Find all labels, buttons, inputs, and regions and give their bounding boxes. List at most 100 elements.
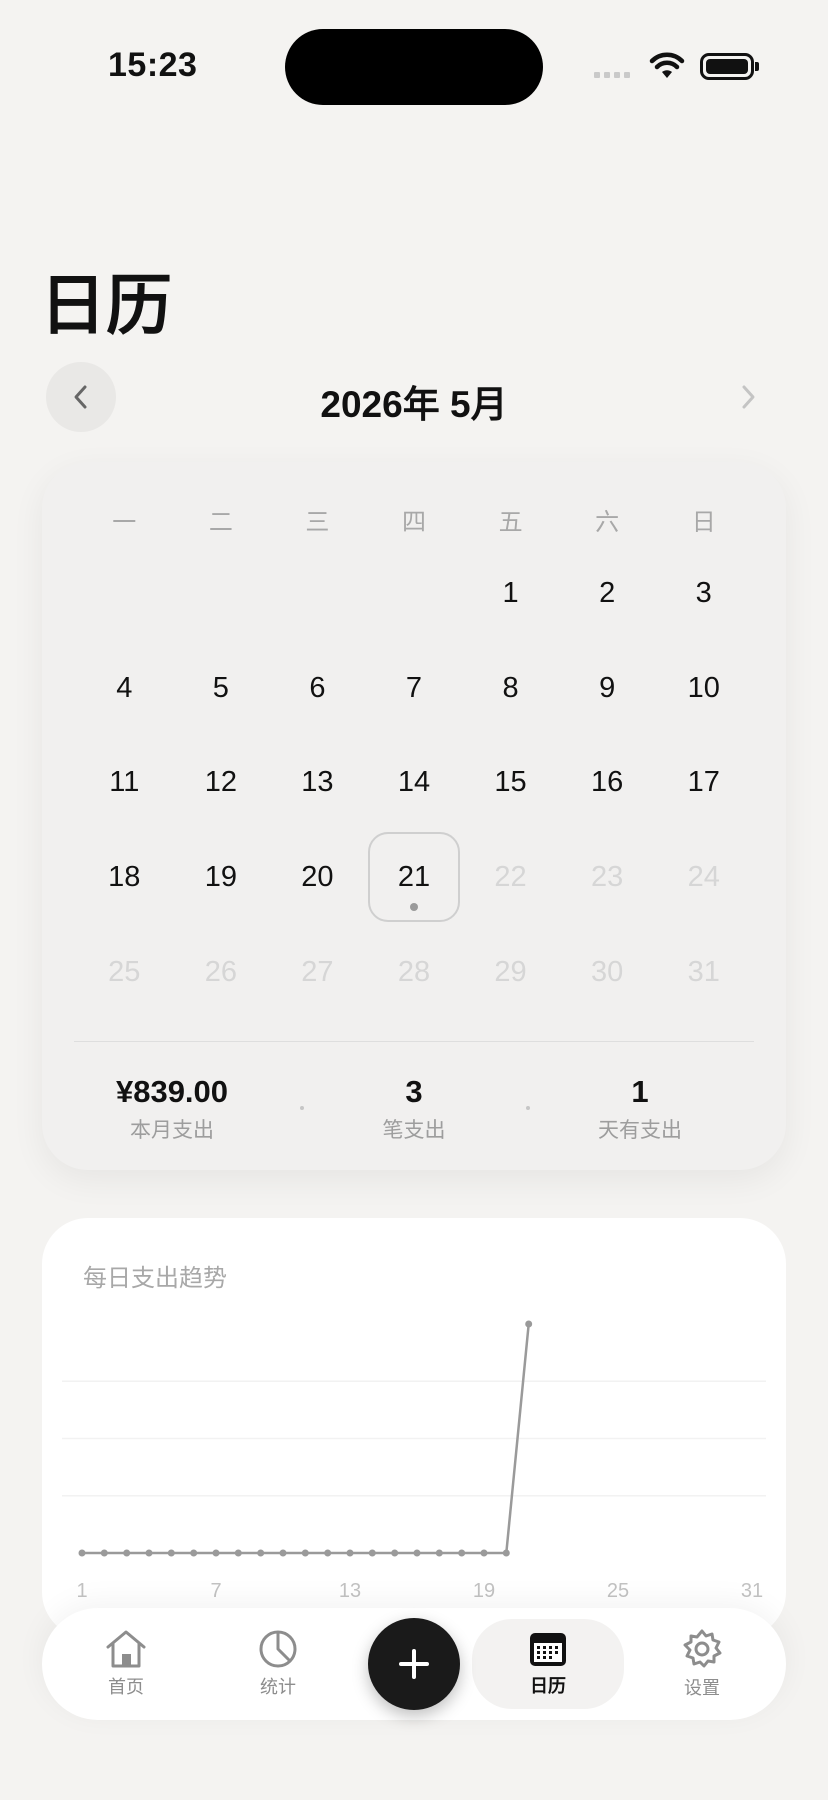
calendar-day[interactable]: 25: [76, 925, 173, 1020]
data-point: [167, 1549, 175, 1557]
calendar-day[interactable]: 22: [462, 830, 559, 925]
day-number: 9: [599, 671, 616, 704]
calendar-day[interactable]: 4: [76, 641, 173, 736]
data-point: [190, 1549, 198, 1557]
calendar-day[interactable]: 26: [173, 925, 270, 1020]
data-point: [435, 1549, 443, 1557]
plus-icon: [399, 1649, 429, 1679]
weekday-header: 一 二 三 四 五 六 日: [76, 502, 752, 537]
calendar-day[interactable]: 1: [462, 546, 559, 641]
data-point: [212, 1549, 220, 1557]
summary-value: 3: [405, 1074, 423, 1109]
home-icon: [106, 1630, 146, 1668]
day-number: 13: [301, 766, 334, 799]
calendar-day[interactable]: 8: [462, 641, 559, 736]
day-number: 1: [502, 576, 519, 609]
day-number: 26: [204, 955, 237, 988]
calendar-day[interactable]: 3: [655, 546, 752, 641]
weekday-label: 六: [595, 509, 620, 536]
weekday-label: 四: [401, 509, 426, 536]
page-title: 日历: [40, 268, 172, 342]
next-month-button[interactable]: [728, 362, 768, 432]
day-number: 29: [494, 955, 527, 988]
calendar-day[interactable]: 13: [269, 735, 366, 830]
add-expense-button[interactable]: [368, 1618, 460, 1710]
calendar-day[interactable]: 24: [655, 830, 752, 925]
day-number: 7: [405, 671, 423, 704]
tab-settings[interactable]: 设置: [642, 1608, 762, 1720]
gear-icon: [683, 1629, 722, 1668]
day-number: 28: [397, 955, 431, 988]
summary-days-with-expense: 1 天有支出: [525, 1074, 755, 1144]
summary-value: 1: [631, 1074, 649, 1109]
day-number: 14: [397, 766, 431, 799]
day-number: 25: [108, 955, 141, 988]
calendar-day[interactable]: 27: [269, 925, 366, 1020]
day-number: 22: [494, 860, 527, 893]
calendar-day[interactable]: 18: [76, 830, 173, 925]
tab-label: 日历: [530, 1676, 566, 1696]
calendar-day[interactable]: 14: [366, 735, 463, 830]
data-point: [458, 1549, 466, 1557]
day-number: 31: [687, 955, 720, 988]
tab-stats[interactable]: 统计: [218, 1608, 338, 1720]
summary-label: 天有支出: [598, 1119, 682, 1142]
data-point: [480, 1549, 488, 1557]
data-point: [391, 1549, 399, 1557]
status-time: 15:23: [108, 46, 198, 84]
weekday-label: 三: [305, 509, 330, 536]
calendar-day[interactable]: 9: [559, 641, 656, 736]
calendar-day[interactable]: 7: [366, 641, 463, 736]
calendar-day[interactable]: 11: [76, 735, 173, 830]
calendar-day[interactable]: 15: [462, 735, 559, 830]
day-number: 30: [591, 955, 624, 988]
day-number: 27: [301, 955, 334, 988]
day-number: 23: [591, 860, 624, 893]
data-point: [301, 1549, 309, 1557]
battery-icon: [700, 53, 759, 80]
daily-trend-card: 每日支出趋势 1 7 13 19 25 31: [42, 1218, 786, 1638]
x-tick-label: 31: [741, 1580, 763, 1602]
weekday-label: 日: [691, 509, 716, 536]
data-point: [502, 1549, 510, 1557]
calendar-day[interactable]: 23: [559, 830, 656, 925]
day-number: 20: [301, 860, 334, 893]
calendar-day[interactable]: 6: [269, 641, 366, 736]
calendar-day[interactable]: 20: [269, 830, 366, 925]
tab-home[interactable]: 首页: [66, 1608, 186, 1720]
data-point: [78, 1549, 86, 1557]
calendar-day[interactable]: 30: [559, 925, 656, 1020]
x-tick-label: 1: [76, 1580, 87, 1602]
calendar-day[interactable]: 31: [655, 925, 752, 1020]
tab-calendar[interactable]: 日历: [472, 1619, 624, 1709]
data-point: [123, 1549, 131, 1557]
day-number: 4: [116, 671, 133, 704]
day-number: 17: [687, 766, 720, 799]
calendar-day[interactable]: 2: [559, 546, 656, 641]
calendar-day[interactable]: 17: [655, 735, 752, 830]
day-number: 6: [309, 671, 326, 704]
day-number: 16: [591, 766, 624, 799]
calendar-day[interactable]: 10: [655, 641, 752, 736]
day-number: 18: [108, 860, 141, 893]
weekday-label: 二: [208, 509, 233, 536]
pie-chart-icon: [259, 1630, 297, 1668]
chevron-right-icon: [742, 385, 755, 409]
calendar-day-today[interactable]: 21: [366, 830, 463, 925]
calendar-day[interactable]: 12: [173, 735, 270, 830]
calendar-day[interactable]: 5: [173, 641, 270, 736]
x-tick-label: 7: [210, 1580, 221, 1602]
summary-value: ¥839.00: [115, 1074, 229, 1109]
calendar-day[interactable]: 29: [462, 925, 559, 1020]
calendar-day[interactable]: 28: [366, 925, 463, 1020]
x-tick-label: 19: [473, 1580, 495, 1602]
calendar-day[interactable]: 19: [173, 830, 270, 925]
tab-label: 设置: [684, 1678, 720, 1698]
tab-label: 统计: [260, 1677, 296, 1697]
x-tick-label: 13: [339, 1580, 361, 1602]
data-point: [234, 1549, 242, 1557]
summary-expense-count: 3 笔支出: [299, 1074, 529, 1144]
wifi-icon: [649, 52, 685, 78]
calendar-day[interactable]: 16: [559, 735, 656, 830]
daily-trend-chart: 1 7 13 19 25 31: [62, 1320, 766, 1602]
